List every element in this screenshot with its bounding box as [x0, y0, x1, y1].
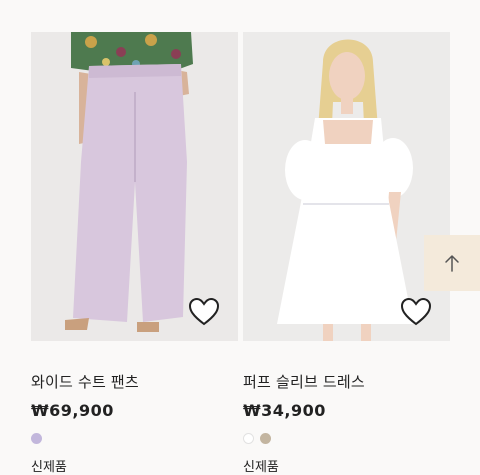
product-card[interactable]: 와이드 수트 팬츠 ₩69,900 신제품: [31, 32, 238, 475]
color-swatches: [31, 433, 238, 445]
dress-photo: [243, 32, 450, 341]
new-badge: 신제품: [31, 460, 67, 475]
color-swatches: [243, 433, 450, 445]
product-name[interactable]: 와이드 수트 팬츠: [31, 371, 238, 392]
product-name[interactable]: 퍼프 슬리브 드레스: [243, 371, 450, 392]
color-swatch[interactable]: [243, 433, 254, 444]
product-price: ₩69,900: [31, 401, 114, 420]
product-image[interactable]: [31, 32, 238, 341]
color-swatch[interactable]: [31, 433, 42, 444]
product-price: ₩34,900: [243, 401, 326, 420]
arrow-up-icon: [445, 255, 459, 272]
color-swatch[interactable]: [260, 433, 271, 444]
scroll-to-top-button[interactable]: [424, 235, 480, 291]
pants-photo: [31, 32, 238, 341]
product-card[interactable]: 퍼프 슬리브 드레스 ₩34,900 신제품: [243, 32, 450, 475]
heart-icon[interactable]: [188, 297, 220, 327]
heart-icon[interactable]: [400, 297, 432, 327]
new-badge: 신제품: [243, 460, 279, 475]
product-image[interactable]: [243, 32, 450, 341]
